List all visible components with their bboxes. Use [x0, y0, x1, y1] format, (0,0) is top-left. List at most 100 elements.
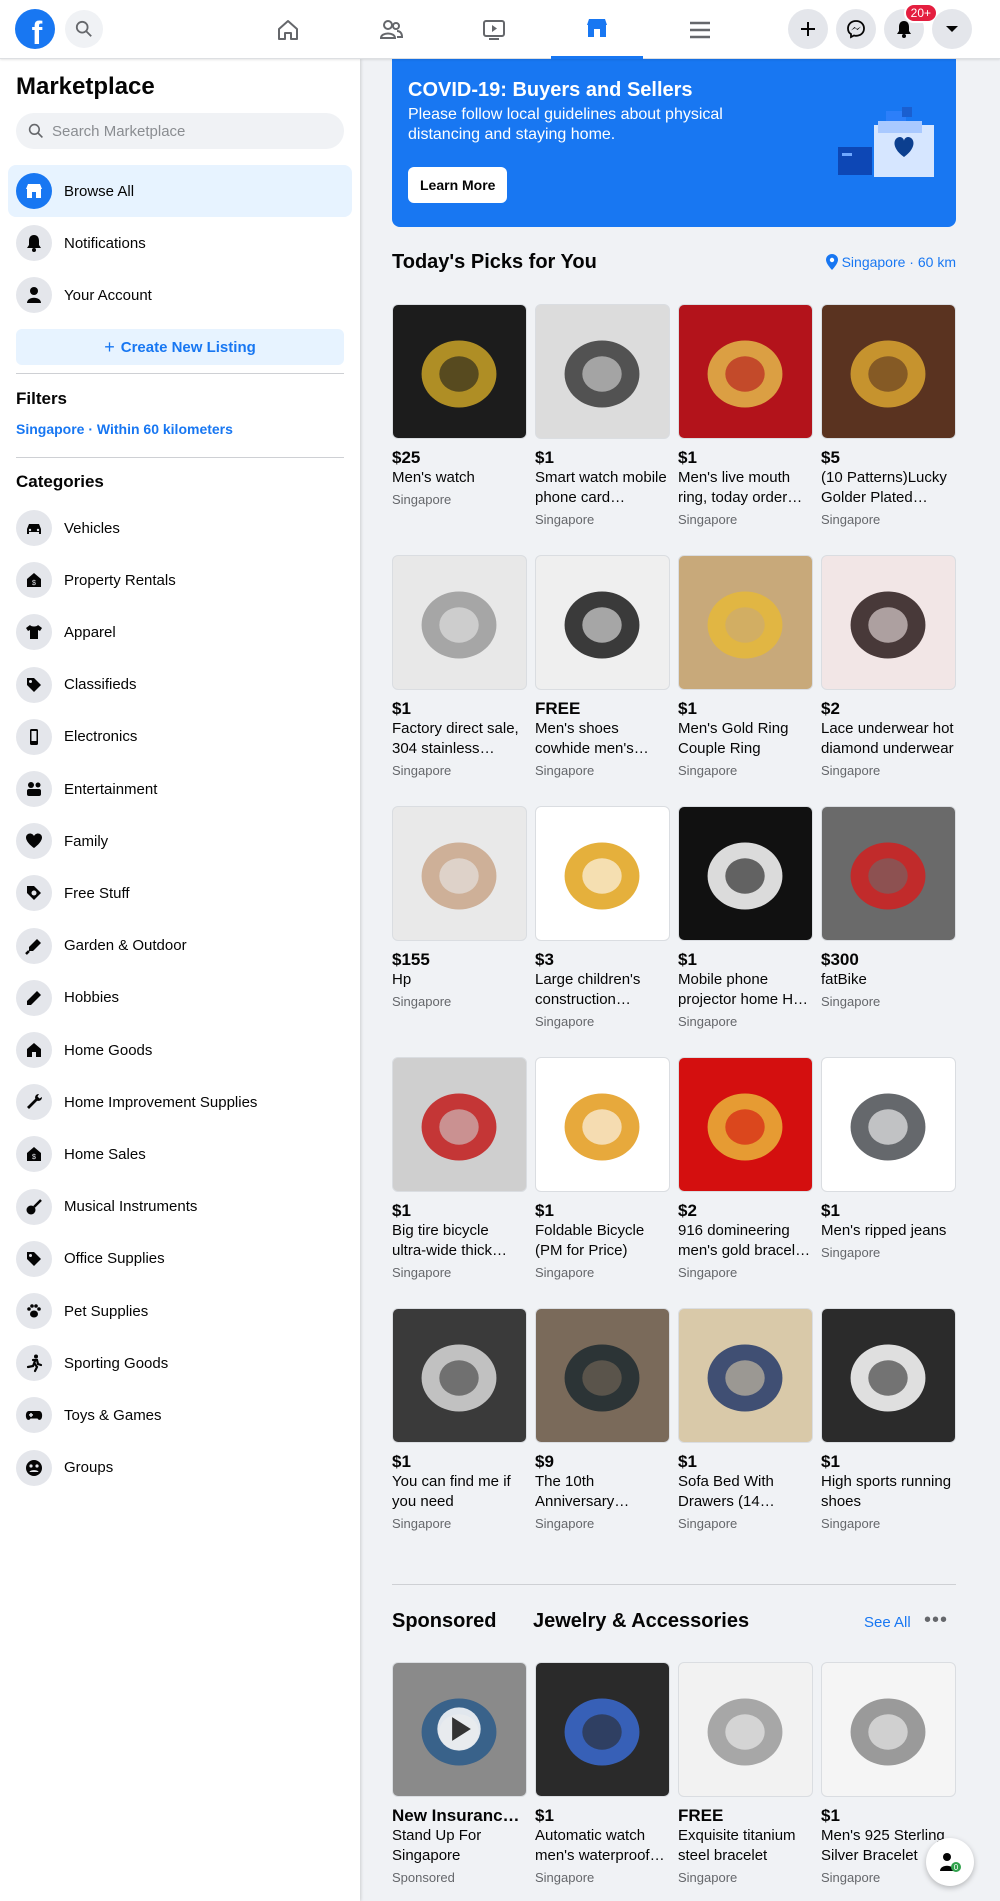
sidebar-item-sporting-goods[interactable]: Sporting Goods: [8, 1337, 352, 1389]
product-image[interactable]: [678, 1662, 813, 1797]
product-price: $1: [535, 448, 554, 467]
more-options-button[interactable]: •••: [924, 1609, 948, 1632]
sidebar-item-family[interactable]: Family: [8, 815, 352, 867]
nav-home[interactable]: [242, 0, 334, 59]
nav-marketplace[interactable]: [551, 0, 643, 59]
sidebar-item-toys-games[interactable]: Toys & Games: [8, 1389, 352, 1441]
product-image[interactable]: [392, 1057, 527, 1192]
product-title: Exquisite titanium steel bracelet: [678, 1827, 796, 1864]
product-card[interactable]: $1 Big tire bicycle ultra-wide thick tire…: [392, 1057, 527, 1280]
nav-friends[interactable]: [345, 0, 437, 59]
sidebar-item-free-stuff[interactable]: Free Stuff: [8, 867, 352, 919]
product-image[interactable]: [821, 555, 956, 690]
product-title: Mobile phone projector home H…: [678, 971, 809, 1008]
store-icon: [16, 173, 52, 209]
learn-more-button[interactable]: Learn More: [408, 167, 508, 203]
product-image[interactable]: [535, 1662, 670, 1797]
create-button[interactable]: [788, 9, 828, 49]
search-button[interactable]: [65, 10, 103, 48]
product-image[interactable]: [678, 555, 813, 690]
product-card[interactable]: $1 Men's live mouth ring, today order c… S…: [678, 304, 813, 527]
product-image[interactable]: [535, 806, 670, 941]
product-card[interactable]: $5 (10 Patterns)Lucky Golder Plated PiXi……: [821, 304, 956, 527]
product-card[interactable]: $300 fatBike Singapore: [821, 806, 956, 1009]
product-image[interactable]: [392, 555, 527, 690]
product-image[interactable]: [678, 806, 813, 941]
sidebar-item-entertainment[interactable]: Entertainment: [8, 763, 352, 815]
product-card[interactable]: $9 The 10th Anniversary… Singapore: [535, 1308, 670, 1531]
product-image[interactable]: [678, 304, 813, 439]
product-image[interactable]: [392, 304, 527, 439]
product-card[interactable]: $2 Lace underwear hot diamond underwear Si…: [821, 555, 956, 778]
product-image[interactable]: [392, 806, 527, 941]
sidebar-item-pet-supplies[interactable]: Pet Supplies: [8, 1285, 352, 1337]
sidebar-item-label: Apparel: [64, 623, 116, 641]
sidebar-item-apparel[interactable]: Apparel: [8, 606, 352, 658]
account-menu-button[interactable]: [932, 9, 972, 49]
location-filter[interactable]: Singapore · Within 60 kilometers: [16, 421, 233, 437]
sidebar-item-your-account[interactable]: Your Account: [8, 269, 352, 321]
product-image[interactable]: [392, 1308, 527, 1443]
facebook-logo[interactable]: f: [15, 9, 55, 51]
sidebar-item-label: Vehicles: [64, 519, 120, 537]
sidebar-item-hobbies[interactable]: Hobbies: [8, 972, 352, 1024]
sidebar-item-musical-instruments[interactable]: Musical Instruments: [8, 1181, 352, 1233]
marketplace-search[interactable]: [16, 113, 344, 149]
see-all-link[interactable]: See All: [864, 1614, 911, 1631]
product-card[interactable]: $1 Men's Gold Ring Couple Ring Singapore: [678, 555, 813, 778]
product-card[interactable]: FREE Exquisite titanium steel bracelet Sin…: [678, 1662, 813, 1885]
product-image[interactable]: [392, 1662, 527, 1797]
product-image[interactable]: [821, 1662, 956, 1797]
product-card[interactable]: $3 Large children's construction vehicl… S…: [535, 806, 670, 1029]
product-image[interactable]: [535, 1308, 670, 1443]
product-card[interactable]: $2 916 domineering men's gold bracel… Sing…: [678, 1057, 813, 1280]
notifications-button[interactable]: 20+: [884, 3, 938, 49]
sidebar-item-groups[interactable]: Groups: [8, 1442, 352, 1494]
product-image[interactable]: [535, 1057, 670, 1192]
new-chat-button[interactable]: 0: [926, 1838, 974, 1886]
sidebar-item-home-sales[interactable]: $ Home Sales: [8, 1128, 352, 1180]
messenger-button[interactable]: [836, 9, 876, 49]
product-card[interactable]: FREE Men's shoes cowhide men's… Singapore: [535, 555, 670, 778]
product-card[interactable]: $1 Mobile phone projector home H… Singapor…: [678, 806, 813, 1029]
sidebar-item-browse-all[interactable]: Browse All: [8, 165, 352, 217]
product-image[interactable]: [535, 555, 670, 690]
product-card[interactable]: $1 Automatic watch men's waterproof… Singa…: [535, 1662, 670, 1885]
sidebar-item-home-goods[interactable]: Home Goods: [8, 1024, 352, 1076]
sponsored-ad-card[interactable]: New Insuranc… Stand Up For Singapore Spons…: [392, 1662, 527, 1885]
product-card[interactable]: $155 Hp Singapore: [392, 806, 527, 1009]
product-card[interactable]: $1 You can find me if you need Singapore: [392, 1308, 527, 1531]
messenger-icon: [847, 20, 865, 39]
sidebar-item-classifieds[interactable]: Classifieds: [8, 659, 352, 711]
product-price: $1: [821, 1806, 840, 1825]
location-link[interactable]: Singapore · 60 km: [825, 254, 956, 270]
sidebar-item-home-improvement-supplies[interactable]: Home Improvement Supplies: [8, 1076, 352, 1128]
sidebar-item-notifications[interactable]: Notifications: [8, 217, 352, 269]
product-image[interactable]: [821, 304, 956, 439]
sidebar-item-electronics[interactable]: Electronics: [8, 711, 352, 763]
product-title: You can find me if you need: [392, 1473, 511, 1510]
search-input[interactable]: [52, 122, 322, 140]
product-image[interactable]: [821, 1057, 956, 1192]
house-icon: [16, 1032, 52, 1068]
product-image[interactable]: [821, 1308, 956, 1443]
product-image[interactable]: [678, 1308, 813, 1443]
tags-icon: [16, 1240, 52, 1277]
product-image[interactable]: [678, 1057, 813, 1192]
sidebar-item-office-supplies[interactable]: Office Supplies: [8, 1233, 352, 1285]
product-card[interactable]: $25 Men's watch Singapore: [392, 304, 527, 507]
product-card[interactable]: $1 Smart watch mobile phone card phone… Si…: [535, 304, 670, 527]
product-card[interactable]: $1 Foldable Bicycle (PM for Price) Singapo…: [535, 1057, 670, 1280]
nav-watch[interactable]: [448, 0, 540, 59]
product-card[interactable]: $1 Men's ripped jeans Singapore: [821, 1057, 956, 1260]
nav-menu[interactable]: [654, 0, 746, 59]
sidebar-item-property-rentals[interactable]: $ Property Rentals: [8, 554, 352, 606]
create-new-listing-button[interactable]: + Create New Listing: [16, 329, 344, 365]
product-card[interactable]: $1 Factory direct sale, 304 stainless ste…: [392, 555, 527, 778]
product-image[interactable]: [535, 304, 670, 439]
product-card[interactable]: $1 High sports running shoes Singapore: [821, 1308, 956, 1531]
sidebar-item-garden-outdoor[interactable]: Garden & Outdoor: [8, 920, 352, 972]
product-card[interactable]: $1 Sofa Bed With Drawers (14 colou… Singap…: [678, 1308, 813, 1531]
sidebar-item-vehicles[interactable]: Vehicles: [8, 502, 352, 554]
product-image[interactable]: [821, 806, 956, 941]
